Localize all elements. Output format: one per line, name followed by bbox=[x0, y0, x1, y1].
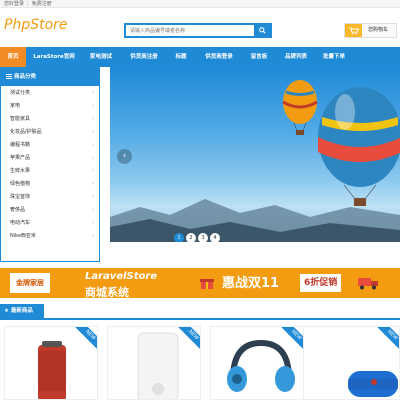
new-products-section-header: ★ 最新商品 bbox=[0, 304, 400, 320]
banner-prev-button[interactable]: ‹ bbox=[117, 149, 132, 164]
nav-item-message-board[interactable]: 留言板 bbox=[244, 47, 274, 67]
category-item[interactable]: 测试分类 › bbox=[1, 87, 99, 99]
star-icon: ★ bbox=[4, 308, 11, 314]
category-label: 测试分类 bbox=[10, 90, 31, 96]
gift-icon bbox=[200, 279, 214, 289]
category-item[interactable]: 智能家具 › bbox=[1, 113, 99, 125]
promo-line-4: 6折促销 bbox=[300, 274, 342, 292]
search-input[interactable] bbox=[126, 25, 252, 36]
register-link[interactable]: 免费注册 bbox=[32, 1, 52, 7]
category-item[interactable]: 编程书籍 › bbox=[1, 139, 99, 151]
promo-line-1: LaravelStore bbox=[85, 271, 158, 282]
cart-icon bbox=[348, 26, 359, 35]
category-item[interactable]: 生鲜水果 › bbox=[1, 165, 99, 177]
menu-icon bbox=[6, 74, 12, 79]
product-image-speaker bbox=[38, 341, 66, 399]
search-box bbox=[124, 23, 272, 38]
product-image-headphones bbox=[227, 339, 295, 392]
promo-brand: 金牌家居 bbox=[10, 273, 50, 293]
chevron-right-icon: › bbox=[92, 220, 94, 226]
banner-pagination: 1234 bbox=[174, 224, 222, 242]
banner-image bbox=[110, 80, 400, 242]
category-item[interactable]: 家电 › bbox=[1, 100, 99, 112]
category-label: 奢侈品 bbox=[10, 207, 26, 213]
banner-dot-4[interactable]: 4 bbox=[210, 233, 220, 242]
chevron-right-icon: › bbox=[92, 181, 94, 187]
product-image-phone bbox=[137, 332, 179, 399]
category-label: Nike西亚米 bbox=[10, 233, 36, 239]
chevron-right-icon: › bbox=[92, 116, 94, 122]
cart-label: 您购物车 bbox=[368, 27, 389, 33]
chevron-right-icon: › bbox=[92, 90, 94, 96]
chevron-right-icon: › bbox=[92, 233, 94, 239]
chevron-right-icon: › bbox=[92, 142, 94, 148]
nav-item-supplier-register[interactable]: 供货商注册 bbox=[124, 47, 164, 67]
category-item[interactable]: 绿色植物 › bbox=[1, 178, 99, 190]
sidebar-header: 商品分类 bbox=[1, 68, 99, 86]
chevron-right-icon: › bbox=[92, 155, 94, 161]
product-card[interactable]: NEW bbox=[210, 326, 304, 400]
nav-item-title[interactable]: 标题 bbox=[169, 47, 193, 67]
nav-item-bulk-order[interactable]: 批量下单 bbox=[318, 47, 350, 67]
chevron-right-icon: › bbox=[92, 129, 94, 135]
nav-item-appliance-test[interactable]: 家电测试 bbox=[84, 47, 118, 67]
category-label: 绿色植物 bbox=[10, 181, 31, 187]
search-icon bbox=[258, 27, 266, 34]
promo-banner[interactable]: 金牌家居 LaravelStore 商城系统 惠战双11 6折促销 bbox=[0, 268, 400, 298]
chevron-right-icon: › bbox=[92, 194, 94, 200]
category-sidebar: 商品分类 测试分类 › 家电 › 智能家具 › 化妆品/护肤品 › 编程书籍 › 苹果产品… bbox=[0, 67, 100, 262]
search-button[interactable] bbox=[254, 25, 270, 36]
banner-dot-3[interactable]: 3 bbox=[198, 233, 208, 242]
section-title: ★ 最新商品 bbox=[0, 304, 44, 318]
sidebar-title: 商品分类 bbox=[14, 74, 37, 80]
login-link[interactable]: 您好登录 bbox=[4, 1, 24, 7]
promo-line-2: 商城系统 bbox=[85, 286, 129, 298]
site-logo[interactable]: PhpStore bbox=[4, 18, 68, 32]
chevron-right-icon: › bbox=[92, 103, 94, 109]
category-item[interactable]: 电动汽车 › bbox=[1, 217, 99, 229]
main-nav: 首页 LaraStore官网 家电测试 供货商注册 标题 供货商登录 留言板 品… bbox=[0, 47, 400, 67]
small-balloon bbox=[282, 80, 318, 135]
banner-dot-2[interactable]: 2 bbox=[186, 233, 196, 242]
category-item[interactable]: 珠宝首饰 › bbox=[1, 191, 99, 203]
category-label: 编程书籍 bbox=[10, 142, 31, 148]
category-label: 家电 bbox=[10, 103, 21, 109]
product-card[interactable]: NEW bbox=[107, 326, 201, 400]
top-bar: 您好登录 | 免费注册 bbox=[0, 0, 400, 8]
category-item[interactable]: 苹果产品 › bbox=[1, 152, 99, 164]
category-item[interactable]: 奢侈品 › bbox=[1, 204, 99, 216]
category-label: 化妆品/护肤品 bbox=[10, 129, 42, 135]
category-label: 电动汽车 bbox=[10, 220, 31, 226]
banner-dot-1[interactable]: 1 bbox=[174, 233, 184, 242]
promo-line-3: 惠战双11 bbox=[222, 276, 280, 291]
category-label: 生鲜水果 bbox=[10, 168, 31, 174]
product-image-speaker-blue bbox=[348, 371, 398, 397]
truck-icon bbox=[358, 278, 378, 290]
product-card[interactable]: NEW bbox=[4, 326, 98, 400]
divider: | bbox=[27, 1, 29, 7]
header: PhpStore 您购物车 bbox=[0, 8, 400, 39]
cart-icon-box bbox=[345, 24, 362, 37]
nav-item-supplier-login[interactable]: 供货商登录 bbox=[199, 47, 239, 67]
category-label: 苹果产品 bbox=[10, 155, 31, 161]
category-label: 珠宝首饰 bbox=[10, 194, 31, 200]
category-label: 智能家具 bbox=[10, 116, 31, 122]
nav-item-larastore[interactable]: LaraStore官网 bbox=[30, 47, 78, 67]
chevron-right-icon: › bbox=[92, 207, 94, 213]
category-item[interactable]: 化妆品/护肤品 › bbox=[1, 126, 99, 138]
chevron-right-icon: › bbox=[92, 168, 94, 174]
large-balloon bbox=[318, 87, 400, 206]
category-item[interactable]: Nike西亚米 › bbox=[1, 230, 99, 242]
nav-item-home[interactable]: 首页 bbox=[0, 47, 26, 67]
cart-button[interactable]: 您购物车 bbox=[344, 23, 397, 38]
user-links: 您好登录 | 免费注册 bbox=[4, 0, 52, 8]
nav-item-brand-list[interactable]: 品牌列表 bbox=[280, 47, 312, 67]
product-card[interactable]: NEW bbox=[303, 326, 400, 400]
hero-banner[interactable]: ‹ 1234 bbox=[110, 67, 400, 242]
